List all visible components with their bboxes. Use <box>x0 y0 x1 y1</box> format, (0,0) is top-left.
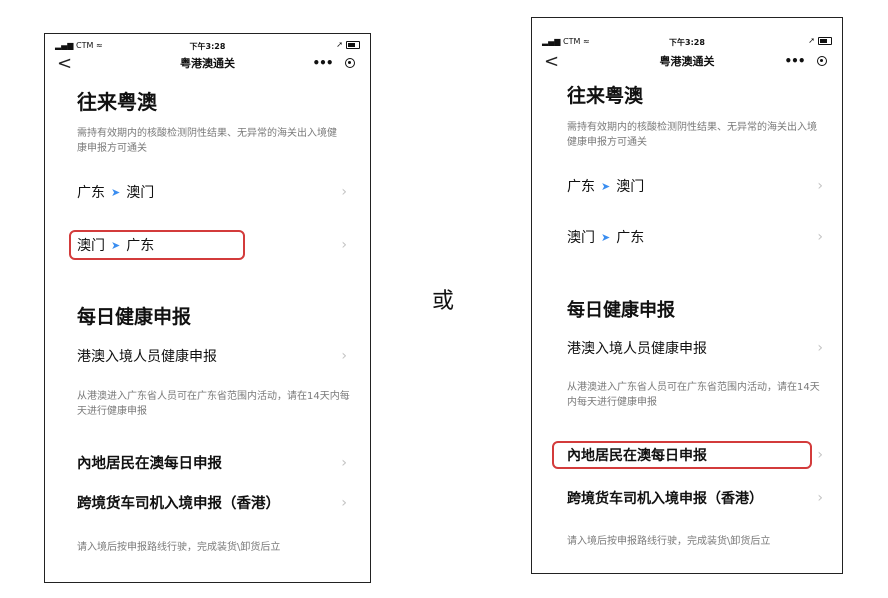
item-label: 跨境货车司机入境申报（香港） <box>567 491 763 507</box>
battery-icon <box>818 36 832 45</box>
mini-program-capsule: ••• <box>306 54 362 72</box>
item-label: 內地居民在澳每日申报 <box>567 448 707 464</box>
item-mainland-residents-macau[interactable]: 內地居民在澳每日申报 › <box>77 452 347 473</box>
blue-arrow-icon: ➤ <box>601 230 611 244</box>
or-separator: 或 <box>432 289 455 314</box>
route-to: 澳门 <box>126 185 155 201</box>
chevron-right-icon: › <box>817 490 823 506</box>
status-bar: ▂▄▆ CTM ≈ 下午3:28 ➚ <box>532 34 842 48</box>
chevron-right-icon: › <box>817 178 823 194</box>
chevron-right-icon: › <box>341 494 347 511</box>
location-icon: ➚ <box>808 36 815 45</box>
chevron-right-icon: › <box>341 348 347 364</box>
chevron-right-icon: › <box>817 340 823 356</box>
route-macau-guangdong[interactable]: 澳门 ➤ 广东 › <box>567 227 823 247</box>
status-time: 下午3:28 <box>189 42 226 51</box>
route-from: 澳门 <box>567 230 595 246</box>
item-hk-macau-health-declaration[interactable]: 港澳入境人员健康申报 › <box>567 338 823 358</box>
blue-arrow-icon: ➤ <box>601 179 611 193</box>
chevron-right-icon: › <box>817 229 823 245</box>
battery-icon <box>346 40 360 49</box>
route-to: 广东 <box>616 230 645 246</box>
blue-arrow-icon: ➤ <box>111 238 121 252</box>
chevron-right-icon: › <box>341 454 347 471</box>
item-note: 从港澳进入广东省人员可在广东省范围内活动，请在14天内每天进行健康申报 <box>567 382 820 408</box>
item-note: 从港澳进入广东省人员可在广东省范围内活动，请在14天内每天进行健康申报 <box>77 391 350 417</box>
section-title-daily-health: 每日健康申报 <box>77 306 192 328</box>
section-note: 需持有效期内的核酸检测阴性结果、无异常的海关出入境健康申报方可通关 <box>77 128 337 154</box>
section-note: 需持有效期内的核酸检测阴性结果、无异常的海关出入境健康申报方可通关 <box>567 122 817 148</box>
item-truck-driver-declaration[interactable]: 跨境货车司机入境申报（香港） › <box>567 488 823 508</box>
more-icon[interactable]: ••• <box>312 54 333 72</box>
item-label: 港澳入境人员健康申报 <box>77 349 217 365</box>
item-truck-driver-declaration[interactable]: 跨境货车司机入境申报（香港） › <box>77 492 347 513</box>
route-macau-guangdong[interactable]: 澳门 ➤ 广东 › <box>77 235 347 255</box>
route-guangdong-macau[interactable]: 广东 ➤ 澳门 › <box>77 182 347 202</box>
right-phone-screenshot: ▂▄▆ CTM ≈ 下午3:28 ➚ < 粤港澳通关 ••• 往来粤澳 需持有效… <box>531 17 843 574</box>
item-label: 跨境货车司机入境申报（香港） <box>77 496 280 512</box>
chevron-right-icon: › <box>341 237 347 253</box>
more-icon[interactable]: ••• <box>784 52 805 70</box>
route-to: 澳门 <box>616 179 645 195</box>
route-guangdong-macau[interactable]: 广东 ➤ 澳门 › <box>567 176 823 196</box>
route-from: 广东 <box>77 185 105 201</box>
close-miniprogram-icon[interactable] <box>345 58 356 68</box>
status-bar: ▂▄▆ CTM ≈ 下午3:28 ➚ <box>45 38 370 52</box>
blue-arrow-icon: ➤ <box>111 185 121 199</box>
left-phone-screenshot: ▂▄▆ CTM ≈ 下午3:28 ➚ < 粤港澳通关 ••• 往来粤澳 需持有效… <box>44 33 371 583</box>
section-title-daily-health: 每日健康申报 <box>567 300 675 321</box>
item-note: 请入境后按申报路线行驶，完成装货\卸货后立 <box>567 536 771 547</box>
nav-bar: < 粤港澳通关 ••• <box>532 51 842 73</box>
item-label: 港澳入境人员健康申报 <box>567 341 707 357</box>
location-icon: ➚ <box>336 40 343 49</box>
chevron-right-icon: › <box>341 184 347 200</box>
status-time: 下午3:28 <box>669 38 705 47</box>
nav-bar: < 粤港澳通关 ••• <box>45 53 370 75</box>
section-title-yue-ao: 往来粤澳 <box>77 90 157 114</box>
item-note: 请入境后按申报路线行驶，完成装货\卸货后立 <box>77 542 281 553</box>
item-label: 內地居民在澳每日申报 <box>77 456 222 472</box>
route-from: 澳门 <box>77 238 105 254</box>
item-mainland-residents-macau[interactable]: 內地居民在澳每日申报 › <box>567 445 823 465</box>
section-title-yue-ao: 往来粤澳 <box>567 85 644 107</box>
mini-program-capsule: ••• <box>778 52 834 70</box>
chevron-right-icon: › <box>817 447 823 463</box>
route-to: 广东 <box>126 238 155 254</box>
item-hk-macau-health-declaration[interactable]: 港澳入境人员健康申报 › <box>77 346 347 366</box>
route-from: 广东 <box>567 179 595 195</box>
close-miniprogram-icon[interactable] <box>817 56 828 66</box>
